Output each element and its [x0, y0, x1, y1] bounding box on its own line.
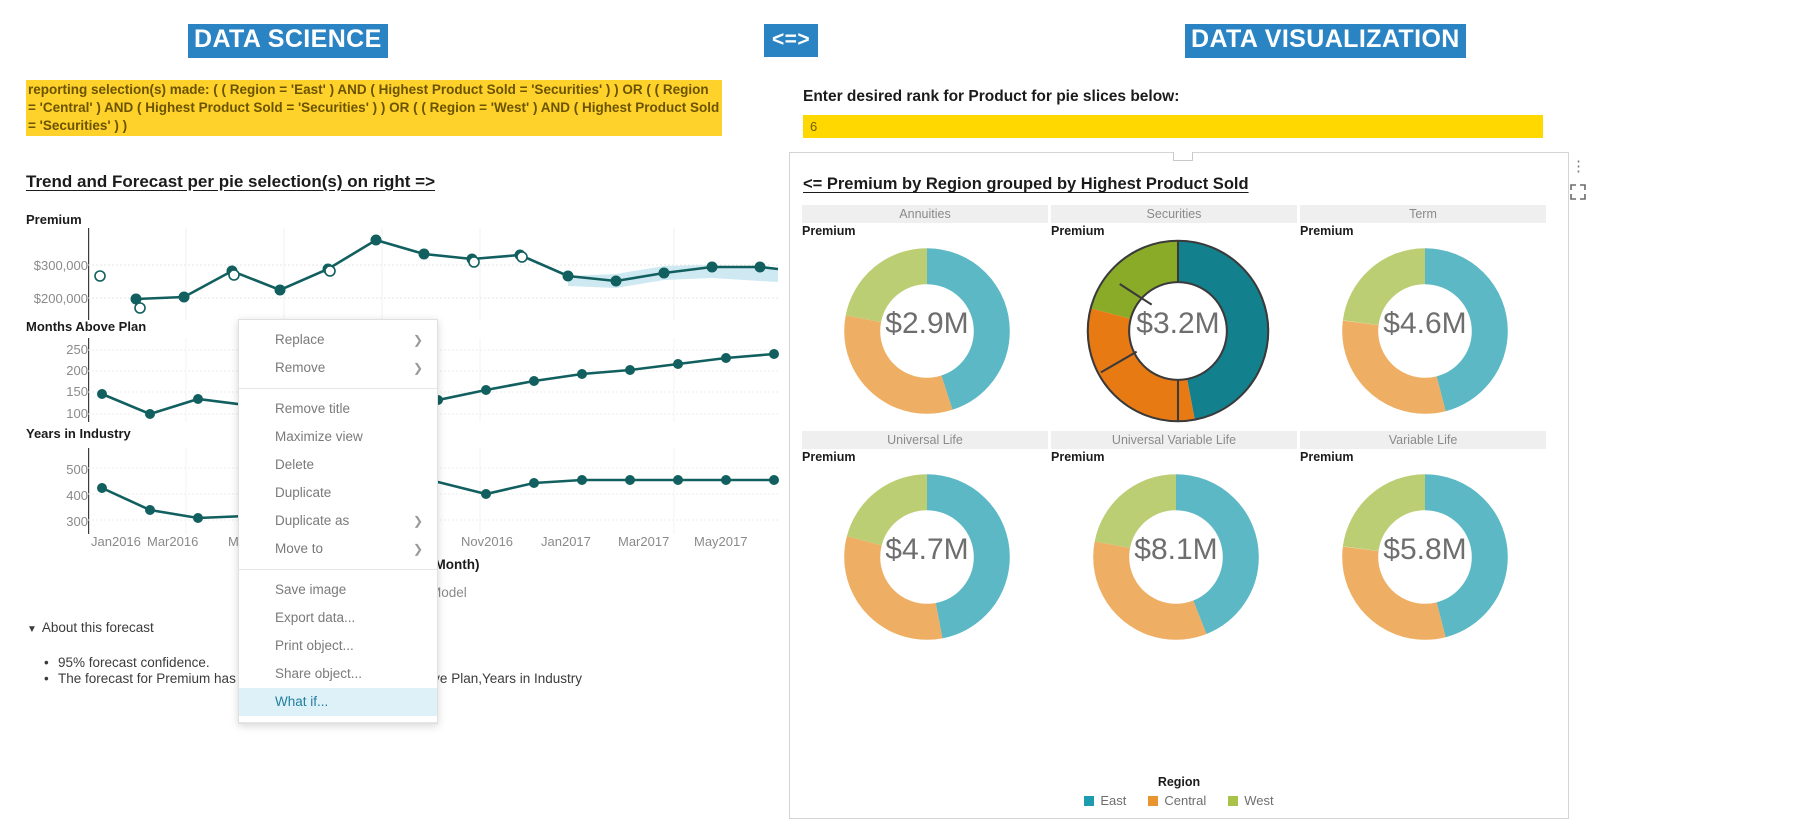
axis-title-years-in-industry: Years in Industry	[26, 426, 131, 441]
donut-annuities[interactable]: $2.9M	[837, 241, 1017, 421]
menu-item-replace[interactable]: Replace❯	[239, 326, 437, 354]
measure-label-universal-variable-life: Premium	[1051, 450, 1105, 464]
forecast-bullet-1: •95% forecast confidence.	[44, 655, 210, 670]
menu-separator	[239, 722, 437, 723]
ytick-map-250: 250	[16, 342, 88, 357]
legend-item-west[interactable]: West	[1228, 793, 1273, 808]
menu-separator	[239, 569, 437, 570]
menu-item-export-data[interactable]: Export data...	[239, 604, 437, 632]
chevron-right-icon: ❯	[413, 326, 423, 354]
legend-swatch-west	[1228, 796, 1238, 806]
xtick-mar2016: Mar2016	[147, 534, 198, 549]
legend-swatch-central	[1148, 796, 1158, 806]
ytick-map-100: 100	[16, 406, 88, 421]
about-this-forecast-toggle[interactable]: ▼ About this forecast	[27, 620, 154, 635]
legend-label-central: Central	[1164, 793, 1206, 808]
chart-legend: Region East Central West	[790, 775, 1568, 808]
legend-swatch-east	[1084, 796, 1094, 806]
measure-label-universal-life: Premium	[802, 450, 856, 464]
ytick-yii-400: 400	[16, 488, 88, 503]
xtick-nov2016: Nov2016	[461, 534, 513, 549]
donut-value-securities: $3.2M	[1084, 307, 1272, 341]
donut-variable-life[interactable]: $5.8M	[1335, 467, 1515, 647]
donut-value-universal-variable-life: $8.1M	[1086, 533, 1266, 567]
menu-item-delete[interactable]: Delete	[239, 451, 437, 479]
donut-value-variable-life: $5.8M	[1335, 533, 1515, 567]
measure-label-annuities: Premium	[802, 224, 856, 238]
xtick-mar2017: Mar2017	[618, 534, 669, 549]
panel-drag-handle[interactable]	[1173, 152, 1193, 161]
donut-securities[interactable]: $3.2M	[1084, 237, 1272, 425]
menu-item-share-object[interactable]: Share object...	[239, 660, 437, 688]
left-panel-title[interactable]: Trend and Forecast per pie selection(s) …	[26, 172, 435, 192]
ytick-premium-300000: $300,000	[16, 258, 88, 273]
menu-item-maximize-view[interactable]: Maximize view	[239, 423, 437, 451]
axis-title-premium: Premium	[26, 212, 82, 227]
right-panel-title[interactable]: <= Premium by Region grouped by Highest …	[803, 175, 1249, 194]
menu-item-remove-title[interactable]: Remove title	[239, 395, 437, 423]
donut-universal-life[interactable]: $4.7M	[837, 467, 1017, 647]
menu-item-print-object[interactable]: Print object...	[239, 632, 437, 660]
expand-icon[interactable]	[1569, 183, 1587, 201]
group-header-securities: Securities	[1051, 205, 1297, 223]
donut-universal-variable-life[interactable]: $8.1M	[1086, 467, 1266, 647]
xtick-may2017: May2017	[694, 534, 747, 549]
donut-value-term: $4.6M	[1335, 307, 1515, 341]
menu-separator	[239, 388, 437, 389]
group-header-universal-variable-life: Universal Variable Life	[1051, 431, 1297, 449]
bullet-icon: •	[44, 671, 58, 686]
legend-item-east[interactable]: East	[1084, 793, 1126, 808]
group-header-variable-life: Variable Life	[1300, 431, 1546, 449]
about-this-forecast-label: About this forecast	[42, 620, 154, 635]
ytick-yii-500: 500	[16, 462, 88, 477]
page-title-data-visualization: DATA VISUALIZATION	[1185, 24, 1466, 58]
bullet-icon: •	[44, 655, 58, 670]
chevron-right-icon: ❯	[413, 354, 423, 382]
donut-value-annuities: $2.9M	[837, 307, 1017, 341]
group-header-universal-life: Universal Life	[802, 431, 1048, 449]
group-header-annuities: Annuities	[802, 205, 1048, 223]
chevron-right-icon: ❯	[413, 507, 423, 535]
measure-label-securities: Premium	[1051, 224, 1105, 238]
legend-label-east: East	[1100, 793, 1126, 808]
donut-value-universal-life: $4.7M	[837, 533, 1017, 567]
measure-label-variable-life: Premium	[1300, 450, 1354, 464]
ytick-map-200: 200	[16, 363, 88, 378]
measure-label-term: Premium	[1300, 224, 1354, 238]
ytick-yii-300: 300	[16, 514, 88, 529]
menu-item-remove[interactable]: Remove❯	[239, 354, 437, 382]
menu-item-move-to[interactable]: Move to❯	[239, 535, 437, 563]
axis-title-months-above-plan: Months Above Plan	[26, 319, 146, 334]
chart-context-menu[interactable]: Replace❯ Remove❯ Remove title Maximize v…	[238, 319, 438, 724]
legend-item-central[interactable]: Central	[1148, 793, 1206, 808]
chart-premium[interactable]	[88, 228, 780, 320]
donut-term[interactable]: $4.6M	[1335, 241, 1515, 421]
menu-item-what-if[interactable]: What if...	[239, 688, 437, 716]
more-options-icon[interactable]: ⋮	[1571, 161, 1585, 173]
ytick-premium-200000: $200,000	[16, 291, 88, 306]
group-header-term: Term	[1300, 205, 1546, 223]
legend-label-west: West	[1244, 793, 1273, 808]
rank-input[interactable]	[803, 115, 1543, 138]
menu-item-duplicate[interactable]: Duplicate	[239, 479, 437, 507]
right-panel-premium-by-region: ⋮ <= Premium by Region grouped by Highes…	[789, 152, 1569, 819]
rank-input-label: Enter desired rank for Product for pie s…	[803, 88, 1179, 106]
ytick-map-150: 150	[16, 384, 88, 399]
legend-title: Region	[790, 775, 1568, 789]
triangle-down-icon: ▼	[27, 624, 37, 635]
xtick-jan2016: Jan2016	[91, 534, 141, 549]
chevron-right-icon: ❯	[413, 535, 423, 563]
menu-item-duplicate-as[interactable]: Duplicate as❯	[239, 507, 437, 535]
xtick-jan2017: Jan2017	[541, 534, 591, 549]
menu-item-save-image[interactable]: Save image	[239, 576, 437, 604]
